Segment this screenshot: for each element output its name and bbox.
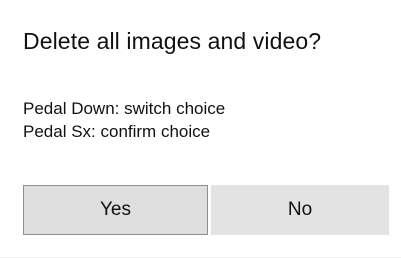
pedal-instructions: Pedal Down: switch choice Pedal Sx: conf… [23,97,225,143]
dialog-title: Delete all images and video? [23,28,322,54]
instruction-confirm-choice: Pedal Sx: confirm choice [23,122,211,141]
yes-button[interactable]: Yes [23,185,208,235]
delete-confirmation-dialog: Delete all images and video? Pedal Down:… [0,0,401,258]
instruction-switch-choice: Pedal Down: switch choice [23,99,226,118]
no-button[interactable]: No [211,185,389,235]
